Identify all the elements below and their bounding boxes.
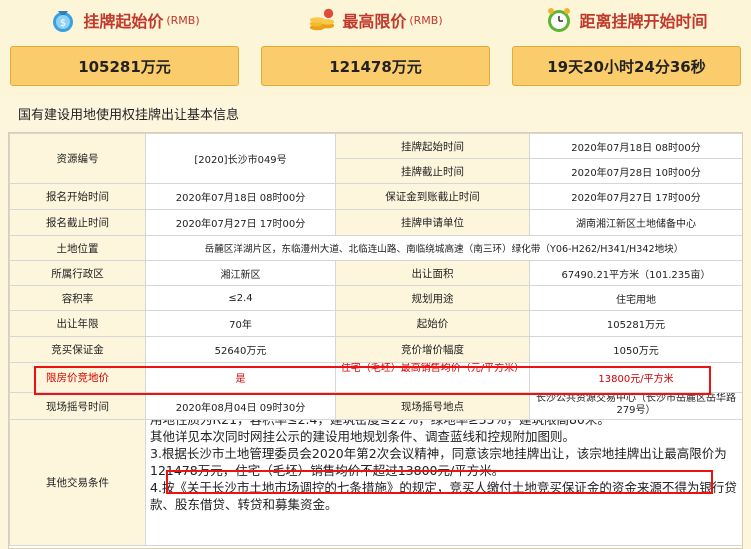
table-row: 资源编号 [2020]长沙市049号 挂牌起始时间 2020年07月18日 08… (9, 133, 742, 184)
countdown-value: 19天20小时24分36秒 (512, 46, 741, 86)
label-resource-no: 资源编号 (9, 133, 146, 184)
value-listing-start: 2020年07月18日 08时00分 (529, 133, 742, 159)
label-usage: 规划用途 (335, 285, 530, 311)
countdown-header: 距离挂牌开始时间 (508, 4, 745, 36)
label-far: 容积率 (9, 285, 146, 311)
label-signup-end: 报名截止时间 (9, 209, 146, 236)
value-signup-start: 2020年07月18日 08时00分 (145, 183, 336, 210)
value-term: 70年 (145, 310, 336, 337)
value-district: 湘江新区 (145, 260, 336, 286)
label-district: 所属行政区 (9, 260, 146, 286)
label-term: 出让年限 (9, 310, 146, 337)
value-deposit-deadline: 2020年07月27日 17时00分 (529, 183, 742, 210)
label-signup-start: 报名开始时间 (9, 183, 146, 210)
value-max-avg-price: 13800元/平方米 (529, 362, 742, 393)
start-price-panel: $ 挂牌起始价 (RMB) 105281万元 (6, 0, 243, 97)
start-price-title: 挂牌起始价 (83, 12, 164, 31)
table-row: 出让年限 70年 起始价 105281万元 (9, 310, 742, 337)
value-lottery-place: 长沙公共资源交易中心（长沙市岳麓区岳华路279号） (529, 392, 742, 420)
label-deposit: 竞买保证金 (9, 336, 146, 363)
start-price-value: 105281万元 (10, 46, 239, 86)
note-line: 3.根据长沙市土地管理委员会2020年第2次会议精神，同意该宗地挂牌出让，该宗地… (150, 446, 727, 478)
value-start-price: 105281万元 (529, 310, 742, 337)
value-applicant: 湖南湘江新区土地储备中心 (529, 209, 742, 236)
table-row: 所属行政区 湘江新区 出让面积 67490.21平方米（101.235亩） (9, 260, 742, 286)
value-resource-no: [2020]长沙市049号 (145, 133, 336, 184)
label-max-avg-price: 住宅（毛坯）最高销售均价（元/平方米） (335, 362, 530, 393)
label-listing-end: 挂牌截止时间 (335, 158, 530, 184)
table-row: 报名开始时间 2020年07月18日 08时00分 保证金到账截止时间 2020… (9, 183, 742, 210)
table-row-price-limit: 限房价竞地价 是 住宅（毛坯）最高销售均价（元/平方米） 13800元/平方米 (9, 362, 742, 393)
svg-text:$: $ (60, 18, 66, 29)
max-price-unit: (RMB) (409, 13, 443, 27)
value-location: 岳麓区洋湖片区，东临澧州大道、北临连山路、南临绕城高速（南三环）绿化带（Y06-… (145, 235, 742, 261)
label-lottery-place: 现场摇号地点 (335, 392, 530, 420)
label-start-price: 起始价 (335, 310, 530, 337)
note-line: 4.按《关于长沙市土地市场调控的七条措施》的规定，竞买人缴付土地竞买保证金的资金… (150, 480, 737, 512)
label-location: 土地位置 (9, 235, 146, 261)
coin-stack-icon (308, 6, 336, 34)
label-price-limit: 限房价竞地价 (9, 362, 146, 393)
value-signup-end: 2020年07月27日 17时00分 (145, 209, 336, 236)
table-row: 土地位置 岳麓区洋湖片区，东临澧州大道、北临连山路、南临绕城高速（南三环）绿化带… (9, 235, 742, 261)
value-lottery-time: 2020年08月04日 09时30分 (145, 392, 336, 420)
max-price-value: 121478万元 (261, 46, 490, 86)
value-price-limit: 是 (145, 362, 336, 393)
note-line: 用地性质为R21，容积率≤2.4，建筑密度≤22%，绿地率≥35%，建筑限高80… (150, 421, 738, 429)
money-bag-icon: $ (49, 6, 77, 34)
max-price-header: 最高限价 (RMB) (257, 4, 494, 36)
value-listing-end: 2020年07月28日 10时00分 (529, 158, 742, 184)
label-lottery-time: 现场摇号时间 (9, 392, 146, 420)
value-far: ≤2.4 (145, 285, 336, 311)
value-area: 67490.21平方米（101.235亩） (529, 260, 742, 286)
value-deposit: 52640万元 (145, 336, 336, 363)
label-area: 出让面积 (335, 260, 530, 286)
label-bid-step: 竞价增价幅度 (335, 336, 530, 363)
table-row: 竞买保证金 52640万元 竞价增价幅度 1050万元 (9, 336, 742, 363)
max-price-panel: 最高限价 (RMB) 121478万元 (257, 0, 494, 97)
note-line: 其他详见本次同时网挂公示的建设用地规划条件、调查蓝线和控规附加图则。 (150, 429, 576, 444)
table-row-other-conditions: 其他交易条件 用地性质为R21，容积率≤2.4，建筑密度≤22%，绿地率≥35%… (9, 419, 742, 546)
summary-bar: $ 挂牌起始价 (RMB) 105281万元 最高限价 (RMB) 121478… (0, 0, 751, 97)
section-title: 国有建设用地使用权挂牌出让基本信息 (18, 108, 240, 123)
land-info-table: 资源编号 [2020]长沙市049号 挂牌起始时间 2020年07月18日 08… (8, 132, 743, 549)
value-bid-step: 1050万元 (529, 336, 742, 363)
table-row: 报名截止时间 2020年07月27日 17时00分 挂牌申请单位 湖南湘江新区土… (9, 209, 742, 236)
max-price-title: 最高限价 (342, 12, 407, 31)
label-other-conditions: 其他交易条件 (9, 419, 146, 546)
label-applicant: 挂牌申请单位 (335, 209, 530, 236)
start-price-unit: (RMB) (166, 13, 200, 27)
label-listing-start: 挂牌起始时间 (335, 133, 530, 159)
table-row: 容积率 ≤2.4 规划用途 住宅用地 (9, 285, 742, 311)
table-row: 现场摇号时间 2020年08月04日 09时30分 现场摇号地点 长沙公共资源交… (9, 392, 742, 420)
label-deposit-deadline: 保证金到账截止时间 (335, 183, 530, 210)
other-conditions-text: 用地性质为R21，容积率≤2.4，建筑密度≤22%，绿地率≥35%，建筑限高80… (145, 419, 742, 546)
start-price-header: $ 挂牌起始价 (RMB) (6, 4, 243, 36)
countdown-title: 距离挂牌开始时间 (579, 12, 708, 31)
countdown-panel: 距离挂牌开始时间 19天20小时24分36秒 (508, 0, 745, 97)
alarm-clock-icon (545, 6, 573, 34)
value-usage: 住宅用地 (529, 285, 742, 311)
